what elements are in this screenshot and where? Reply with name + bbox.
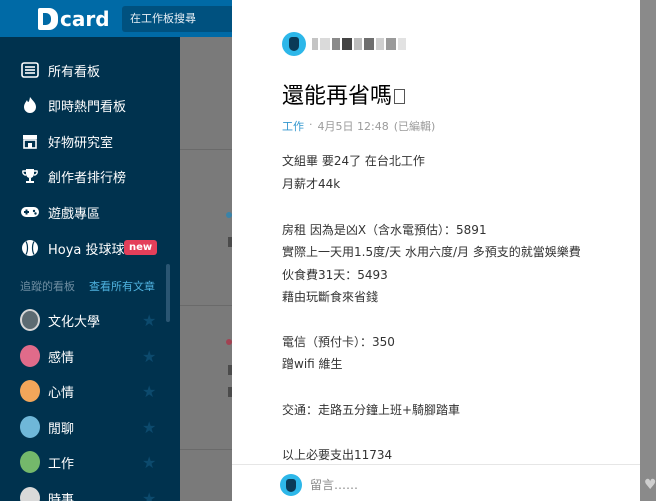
school-avatar — [20, 309, 40, 331]
body-line: 文組畢 要24了 在台北工作 — [282, 154, 425, 168]
backdrop-overlay[interactable] — [640, 0, 656, 501]
star-icon[interactable]: ★ — [142, 382, 156, 401]
commenter-avatar — [280, 474, 302, 496]
logo-text: card — [60, 7, 110, 31]
sidebar-item-hot-boards[interactable]: 即時熱門看板 — [0, 90, 180, 120]
new-badge: new — [124, 240, 158, 255]
post-modal: 還能再省嗎 工作 · 4月5日 12:48 (已編輯) 文組畢 要24了 在台北… — [232, 0, 640, 501]
body-line: 以上必要支出11734 — [282, 448, 393, 462]
sidebar-item-label: 工作 — [48, 456, 75, 472]
sidebar-item-label: 時事 — [48, 492, 75, 501]
view-all-link[interactable]: 查看所有文章 — [89, 278, 155, 294]
post-title-text: 還能再省嗎 — [282, 84, 393, 109]
sidebar-item-hoya[interactable]: Hoya 投球球 new — [0, 233, 180, 263]
body-line: 房租 因為是凶X（含水電預估）：5891 — [282, 223, 487, 237]
sidebar: 所有看板 即時熱門看板 好物研究室 創作者排行榜 遊戲專區 Hoya 投球球 n… — [0, 37, 180, 501]
star-icon[interactable]: ★ — [142, 453, 156, 472]
trophy-icon — [20, 166, 40, 186]
star-icon[interactable]: ★ — [142, 347, 156, 366]
author-avatar — [282, 32, 306, 56]
sidebar-followed-culture-univ[interactable]: 文化大學 ★ — [0, 305, 180, 335]
post-author — [282, 32, 408, 56]
flame-icon — [20, 95, 40, 115]
baseball-icon — [20, 238, 40, 258]
post-timestamp: 4月5日 12:48 — [317, 120, 389, 133]
missing-glyph-icon — [394, 89, 406, 104]
feed-divider — [180, 149, 232, 150]
post-title: 還能再省嗎 — [282, 78, 406, 110]
star-icon[interactable]: ★ — [142, 311, 156, 330]
sidebar-followed-news[interactable]: 時事 ★ — [0, 483, 180, 501]
dcard-logo-icon — [38, 8, 58, 30]
sidebar-item-all-boards[interactable]: 所有看板 — [0, 55, 180, 85]
sidebar-followed-mood[interactable]: 心情 ★ — [0, 376, 180, 406]
news-avatar — [20, 487, 40, 501]
sidebar-item-goods-lab[interactable]: 好物研究室 — [0, 126, 180, 156]
body-line: 交通：走路五分鐘上班+騎腳踏車 — [282, 403, 461, 417]
sidebar-item-label: 感情 — [48, 350, 75, 366]
gamepad-icon — [20, 202, 40, 222]
comment-bar — [232, 464, 640, 501]
meta-separator: · — [309, 118, 313, 131]
sidebar-followed-relationship[interactable]: 感情 ★ — [0, 341, 180, 371]
star-icon[interactable]: ★ — [142, 489, 156, 501]
sidebar-item-label: 閒聊 — [48, 421, 75, 437]
forum-link[interactable]: 工作 — [282, 118, 304, 134]
sidebar-item-label: 即時熱門看板 — [48, 99, 127, 115]
sidebar-item-label: 心情 — [48, 385, 75, 401]
mood-avatar — [20, 380, 40, 402]
sidebar-item-games[interactable]: 遊戲專區 — [0, 197, 180, 227]
sidebar-item-creator-ranking[interactable]: 創作者排行榜 — [0, 161, 180, 191]
star-icon[interactable]: ★ — [142, 418, 156, 437]
sidebar-item-label: 文化大學 — [48, 314, 101, 330]
heart-avatar — [20, 345, 40, 367]
author-name-pixelated — [312, 38, 408, 50]
body-line: 藉由玩斷食來省錢 — [282, 290, 379, 304]
body-line: 月薪才44k — [282, 177, 341, 191]
heart-icon[interactable]: ♥ — [644, 477, 656, 493]
sidebar-followed-work[interactable]: 工作 ★ — [0, 447, 180, 477]
sidebar-item-label: 所有看板 — [48, 64, 101, 80]
shop-icon — [20, 131, 40, 151]
sidebar-item-label: 創作者排行榜 — [48, 170, 127, 186]
body-line: 實際上一天用1.5度/天 水用六度/月 多預支的就當娛樂費 — [282, 245, 581, 259]
background-feed — [180, 37, 232, 501]
feed-divider — [180, 449, 232, 450]
followed-title: 追蹤的看板 — [20, 280, 75, 293]
comment-input[interactable] — [310, 475, 610, 495]
followed-boards-header: 追蹤的看板 查看所有文章 — [20, 278, 155, 294]
sidebar-item-label: 好物研究室 — [48, 135, 114, 151]
sidebar-item-label: Hoya 投球球 — [48, 242, 125, 258]
chat-avatar — [20, 416, 40, 438]
body-line: 蹭wifi 維生 — [282, 357, 343, 371]
edited-label: (已編輯) — [393, 120, 436, 133]
body-line: 電信（預付卡）：350 — [282, 335, 395, 349]
sidebar-followed-chat[interactable]: 閒聊 ★ — [0, 412, 180, 442]
sidebar-item-label: 遊戲專區 — [48, 206, 101, 222]
search-input[interactable]: 在工作板搜尋 — [122, 6, 242, 32]
body-line: 伙食費31天：5493 — [282, 268, 388, 282]
post-meta: 工作 · 4月5日 12:48 (已編輯) — [282, 118, 435, 134]
work-avatar — [20, 451, 40, 473]
sidebar-scrollbar[interactable] — [166, 264, 170, 322]
dcard-logo[interactable]: card — [38, 6, 110, 32]
list-icon — [20, 60, 40, 80]
feed-divider — [180, 305, 232, 306]
